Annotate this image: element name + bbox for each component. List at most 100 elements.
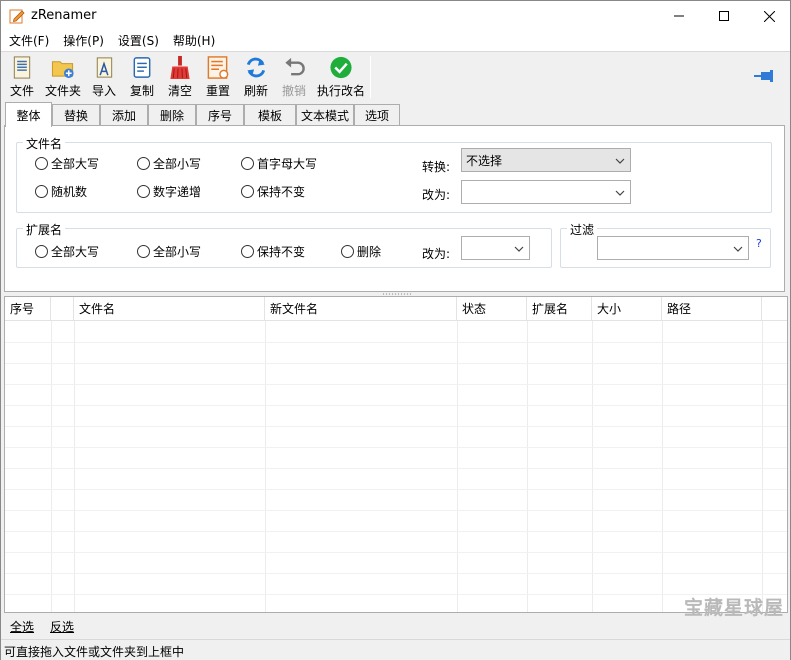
import-icon: [96, 57, 113, 78]
app-pencil-icon: [9, 9, 25, 24]
clear-label: 清空: [167, 84, 192, 98]
grid-row-line: [5, 405, 787, 406]
grid-row-line: [5, 510, 787, 511]
grid-row-line: [5, 594, 787, 595]
tab-text-mode[interactable]: 文本模式: [296, 104, 354, 126]
grid-row-line: [5, 468, 787, 469]
filename-capitalize-radio[interactable]: 首字母大写: [241, 155, 317, 172]
filter-dropdown[interactable]: [597, 236, 749, 260]
splitter-grip[interactable]: [382, 293, 412, 295]
filename-all-lower-radio[interactable]: 全部小写: [137, 155, 201, 172]
column-header-extension[interactable]: 扩展名: [527, 297, 592, 321]
filename-random-radio[interactable]: 随机数: [35, 183, 87, 200]
ext-keep-radio[interactable]: 保持不变: [241, 243, 305, 260]
column-header-check[interactable]: [51, 297, 74, 321]
toolbar: 文件 文件夹 导入 复制 清空 重置 刷新 撤销 执行改名: [1, 53, 790, 99]
radio-label: 保持不变: [257, 245, 306, 259]
tab-add[interactable]: 添加: [100, 104, 148, 126]
grid-row-line: [5, 489, 787, 490]
file-list-grid[interactable]: 序号 文件名 新文件名 状态 扩展名 大小 路径: [4, 296, 788, 613]
column-header-size[interactable]: 大小: [592, 297, 662, 321]
tab-replace[interactable]: 替换: [52, 104, 100, 126]
column-header-index[interactable]: 序号: [5, 297, 51, 321]
radio-label: 全部小写: [153, 245, 202, 259]
column-header-status[interactable]: 状态: [457, 297, 527, 321]
execute-rename-label: 执行改名: [316, 84, 365, 98]
radio-circle: [35, 245, 48, 258]
ext-all-lower-radio[interactable]: 全部小写: [137, 243, 201, 260]
status-text: 可直接拖入文件或文件夹到上框中: [4, 645, 185, 659]
invert-selection-link[interactable]: 反选: [50, 618, 74, 635]
add-folder-button[interactable]: 文件夹: [43, 53, 83, 99]
radio-circle: [35, 157, 48, 170]
radio-label: 删除: [357, 245, 382, 259]
menu-file[interactable]: 文件(F): [1, 31, 56, 52]
menu-operate[interactable]: 操作(P): [56, 31, 111, 52]
convert-dropdown[interactable]: 不选择: [461, 148, 631, 172]
reset-label: 重置: [205, 84, 230, 98]
column-header-new-filename[interactable]: 新文件名: [265, 297, 457, 321]
select-all-link[interactable]: 全选: [10, 618, 34, 635]
folder-add-icon: [51, 61, 74, 79]
radio-circle: [241, 157, 254, 170]
grid-row-line: [5, 573, 787, 574]
chevron-down-icon: [615, 190, 625, 196]
ext-change-dropdown[interactable]: [461, 236, 530, 260]
add-file-button[interactable]: 文件: [7, 53, 37, 99]
tab-overall[interactable]: 整体: [5, 102, 52, 127]
grid-row-line: [5, 426, 787, 427]
tab-delete[interactable]: 删除: [148, 104, 196, 126]
pin-icon[interactable]: [753, 67, 777, 85]
ext-delete-radio[interactable]: 删除: [341, 243, 381, 260]
minimize-button[interactable]: [656, 1, 702, 31]
chevron-down-icon: [615, 158, 625, 164]
extension-legend: 扩展名: [23, 221, 66, 238]
filter-help-link[interactable]: ?: [756, 237, 762, 250]
filename-change-label: 改为:: [422, 188, 451, 202]
column-header-filename[interactable]: 文件名: [74, 297, 265, 321]
tab-options[interactable]: 选项: [354, 104, 400, 126]
title-bar: zRenamer: [1, 1, 790, 31]
watermark-text: 宝藏星球屋: [684, 597, 785, 619]
refresh-button[interactable]: 刷新: [242, 53, 270, 99]
filename-increment-radio[interactable]: 数字递增: [137, 183, 201, 200]
add-file-label: 文件: [9, 84, 34, 98]
tab-sequence[interactable]: 序号: [196, 104, 244, 126]
reset-button[interactable]: 重置: [204, 53, 232, 99]
copy-label: 复制: [129, 84, 154, 98]
filename-keep-radio[interactable]: 保持不变: [241, 183, 305, 200]
menu-settings[interactable]: 设置(S): [111, 31, 166, 52]
column-header-path[interactable]: 路径: [662, 297, 762, 321]
radio-circle: [241, 245, 254, 258]
minimize-icon: [674, 15, 684, 17]
radio-label: 首字母大写: [257, 157, 318, 171]
import-button[interactable]: 导入: [90, 53, 118, 99]
grid-row-line: [5, 363, 787, 364]
menu-bar: 文件(F) 操作(P) 设置(S) 帮助(H): [1, 31, 790, 52]
grid-column-line: [457, 321, 458, 612]
status-bar: 可直接拖入文件或文件夹到上框中: [1, 639, 790, 660]
copy-button[interactable]: 复制: [128, 53, 156, 99]
app-window: zRenamer 文件(F) 操作(P) 设置(S) 帮助(H) 文件 文件夹 …: [0, 0, 791, 660]
refresh-label: 刷新: [243, 84, 268, 98]
maximize-button[interactable]: [701, 1, 747, 31]
grid-column-line: [51, 321, 52, 612]
close-button[interactable]: [746, 1, 791, 31]
tab-template[interactable]: 模板: [244, 104, 296, 126]
undo-icon: [285, 57, 305, 76]
ext-all-upper-radio[interactable]: 全部大写: [35, 243, 99, 260]
filename-all-upper-radio[interactable]: 全部大写: [35, 155, 99, 172]
radio-circle: [137, 157, 150, 170]
menu-help[interactable]: 帮助(H): [166, 31, 222, 52]
filename-change-dropdown[interactable]: [461, 180, 631, 204]
clear-button[interactable]: 清空: [166, 53, 194, 99]
grid-column-line: [265, 321, 266, 612]
grid-column-line: [762, 321, 763, 612]
convert-value: 不选择: [466, 153, 503, 168]
tab-panel-overall: 文件名 全部大写 全部小写 首字母大写 随机数 数字递增 保持不变 转换: 不选…: [4, 125, 785, 292]
check-circle-icon: [330, 56, 352, 79]
grid-row-line: [5, 552, 787, 553]
toolbar-separator: [370, 56, 371, 98]
execute-rename-button[interactable]: 执行改名: [315, 53, 367, 99]
undo-button[interactable]: 撤销: [280, 53, 308, 99]
